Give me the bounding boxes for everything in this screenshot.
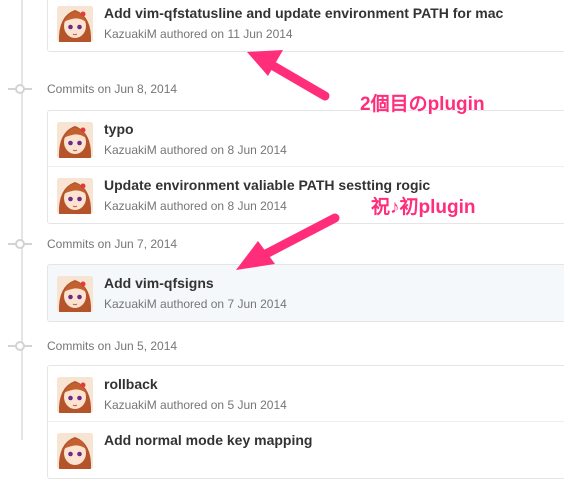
pink-arrow-icon — [236, 50, 340, 270]
annotation-second-plugin: 2個目のplugin — [360, 94, 485, 115]
annotation-first-plugin: 祝♪初plugin — [371, 197, 476, 218]
